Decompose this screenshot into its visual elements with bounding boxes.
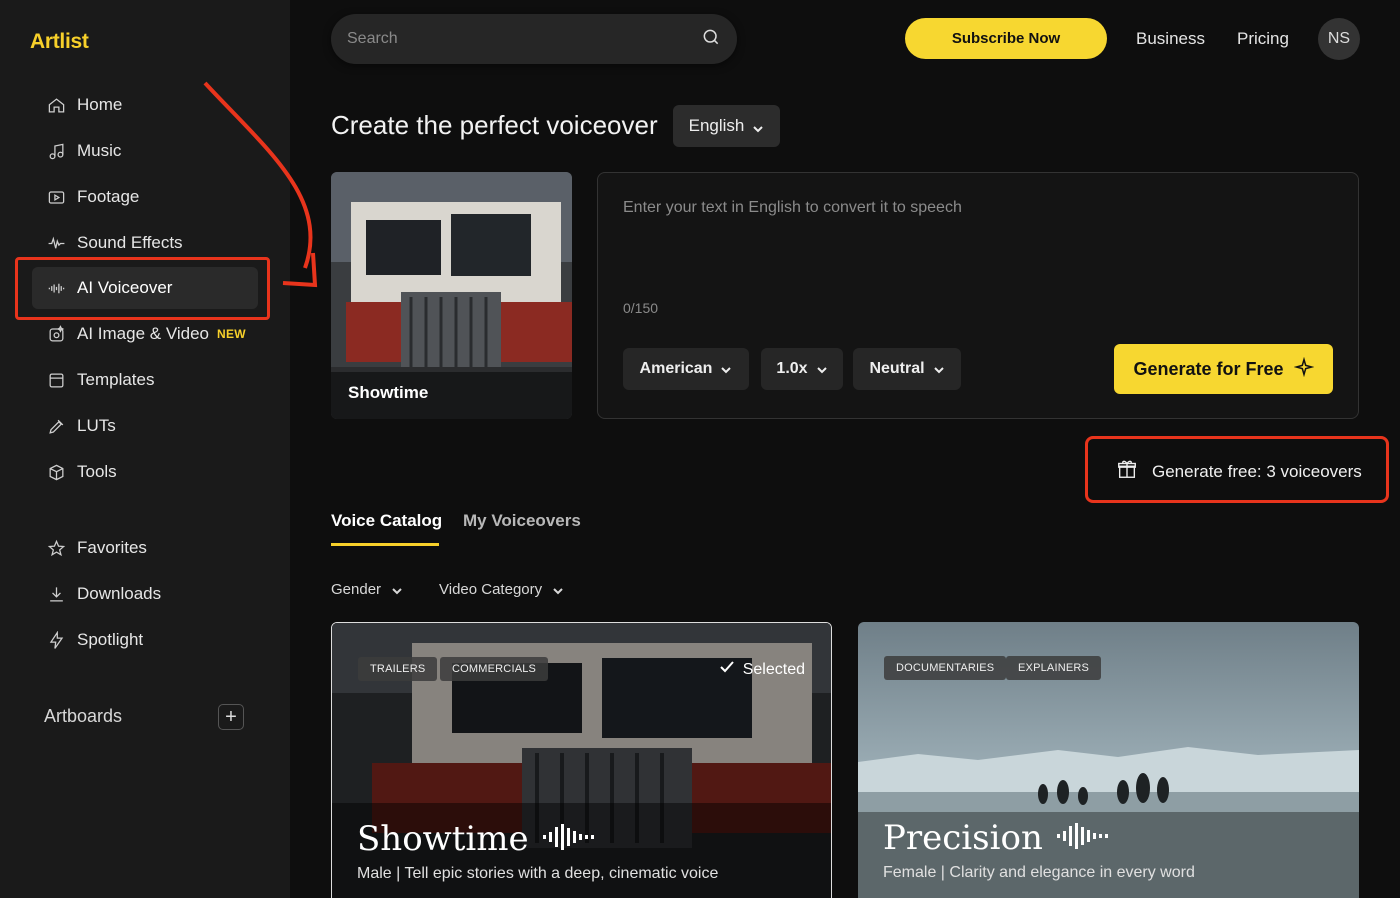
accent-select[interactable]: American <box>623 348 749 390</box>
character-count: 0/150 <box>623 300 659 316</box>
search-input[interactable] <box>347 30 701 48</box>
voice-thumbnail: Showtime <box>331 172 572 419</box>
music-note-icon <box>46 141 66 161</box>
sidebar-item-luts[interactable]: LUTs <box>32 405 258 447</box>
free-voiceovers-label: Generate free: 3 voiceovers <box>1152 461 1362 481</box>
tab-my-voiceovers[interactable]: My Voiceovers <box>463 511 581 531</box>
bolt-icon <box>46 630 66 650</box>
play-waveform-icon[interactable] <box>1056 818 1109 858</box>
free-voiceovers-info: Generate free: 3 voiceovers <box>1116 458 1362 485</box>
gender-filter[interactable]: Gender <box>331 581 403 598</box>
active-tab-indicator <box>331 543 439 546</box>
sidebar-item-label: LUTs <box>77 416 116 435</box>
selected-label: Selected <box>742 660 805 678</box>
pricing-link[interactable]: Pricing <box>1237 29 1289 49</box>
footage-icon <box>46 187 66 207</box>
selected-indicator: Selected <box>719 659 805 680</box>
voice-wave-icon <box>46 278 66 298</box>
star-icon <box>46 538 66 558</box>
tab-voice-catalog[interactable]: Voice Catalog <box>331 511 442 531</box>
sidebar-item-tools[interactable]: Tools <box>32 451 258 493</box>
sidebar-item-label: AI Image & Video <box>77 324 209 343</box>
chevron-down-icon <box>816 363 828 375</box>
firetruck-image <box>331 172 572 419</box>
card-title-text: Precision <box>883 818 1043 858</box>
sidebar-item-label: Templates <box>77 370 155 389</box>
sidebar-item-home[interactable]: Home <box>32 84 258 126</box>
checkmark-icon <box>719 659 735 680</box>
sidebar: Artlist Home Music Footage Sound Effects… <box>0 0 290 898</box>
new-badge: NEW <box>217 327 246 341</box>
speed-select[interactable]: 1.0x <box>761 348 843 390</box>
generate-button[interactable]: Generate for Free <box>1114 344 1333 394</box>
sidebar-item-ai-voiceover[interactable]: AI Voiceover <box>32 267 258 309</box>
sidebar-item-music[interactable]: Music <box>32 130 258 172</box>
search-icon[interactable] <box>701 27 721 52</box>
gift-icon <box>1116 458 1138 485</box>
card-title: Precision <box>883 818 1109 858</box>
tag-trailers: TRAILERS <box>358 657 438 681</box>
card-description: Female | Clarity and elegance in every w… <box>883 864 1195 881</box>
sidebar-item-sound-effects[interactable]: Sound Effects <box>32 222 258 264</box>
sidebar-item-templates[interactable]: Templates <box>32 359 258 401</box>
text-to-speech-panel: 0/150 American 1.0x Neutral Generate for… <box>597 172 1359 419</box>
artlist-logo[interactable]: Artlist <box>30 30 89 54</box>
thumbnail-label: Showtime <box>348 383 429 402</box>
chevron-down-icon <box>933 363 945 375</box>
voiceover-text-input[interactable] <box>623 199 1323 279</box>
subscribe-button[interactable]: Subscribe Now <box>905 18 1107 59</box>
gender-filter-label: Gender <box>331 581 382 598</box>
templates-icon <box>46 370 66 390</box>
business-link[interactable]: Business <box>1136 29 1205 49</box>
page-title: Create the perfect voiceover <box>331 110 658 140</box>
sidebar-item-label: Sound Effects <box>77 233 183 252</box>
sidebar-item-label: Music <box>77 141 122 160</box>
video-category-filter-label: Video Category <box>439 581 543 598</box>
generate-label: Generate for Free <box>1133 358 1284 379</box>
sidebar-item-footage[interactable]: Footage <box>32 176 258 218</box>
chevron-down-icon <box>720 363 732 375</box>
voice-card-precision[interactable]: DOCUMENTARIES EXPLAINERS Precision Femal… <box>858 622 1359 898</box>
play-waveform-icon[interactable] <box>542 819 595 859</box>
language-value: English <box>688 116 745 135</box>
card-description: Male | Tell epic stories with a deep, ci… <box>357 865 719 882</box>
search-bar[interactable] <box>331 14 737 64</box>
sparkle-icon <box>1293 356 1314 382</box>
card-title: Showtime <box>357 819 595 859</box>
eyedropper-icon <box>46 416 66 436</box>
sidebar-item-label: Footage <box>77 187 140 206</box>
sidebar-item-label: Tools <box>77 462 117 481</box>
sidebar-item-downloads[interactable]: Downloads <box>32 573 258 615</box>
sidebar-item-spotlight[interactable]: Spotlight <box>32 619 258 661</box>
waveform-icon <box>46 233 66 253</box>
language-select[interactable]: English <box>673 105 780 147</box>
sidebar-item-label: AI Voiceover <box>77 278 173 297</box>
avatar[interactable]: NS <box>1318 18 1360 60</box>
sidebar-item-label: Favorites <box>77 538 147 557</box>
tag-documentaries: DOCUMENTARIES <box>884 656 1007 680</box>
video-category-filter[interactable]: Video Category <box>439 581 564 598</box>
download-icon <box>46 584 66 604</box>
tag-explainers: EXPLAINERS <box>1006 656 1102 680</box>
chevron-down-icon <box>752 120 764 133</box>
voice-card-showtime[interactable]: TRAILERS COMMERCIALS Selected Showtime M… <box>331 622 832 898</box>
card-title-text: Showtime <box>357 819 529 859</box>
tone-value: Neutral <box>869 360 925 377</box>
tag-commercials: COMMERCIALS <box>440 657 549 681</box>
accent-value: American <box>639 360 713 377</box>
chevron-down-icon <box>391 584 403 596</box>
tone-select[interactable]: Neutral <box>853 348 961 390</box>
sidebar-item-label: Spotlight <box>77 630 144 649</box>
sidebar-item-ai-image-video[interactable]: AI Image & Video NEW <box>32 313 258 355</box>
ai-image-icon <box>46 324 66 344</box>
home-icon <box>46 95 66 115</box>
sidebar-item-label: Downloads <box>77 584 162 603</box>
add-artboard-button[interactable]: + <box>218 704 244 730</box>
sidebar-item-label: Home <box>77 95 123 114</box>
box-icon <box>46 462 66 482</box>
speed-value: 1.0x <box>776 360 808 377</box>
artboards-heading: Artboards <box>44 706 123 726</box>
sidebar-item-favorites[interactable]: Favorites <box>32 527 258 569</box>
chevron-down-icon <box>552 584 564 596</box>
